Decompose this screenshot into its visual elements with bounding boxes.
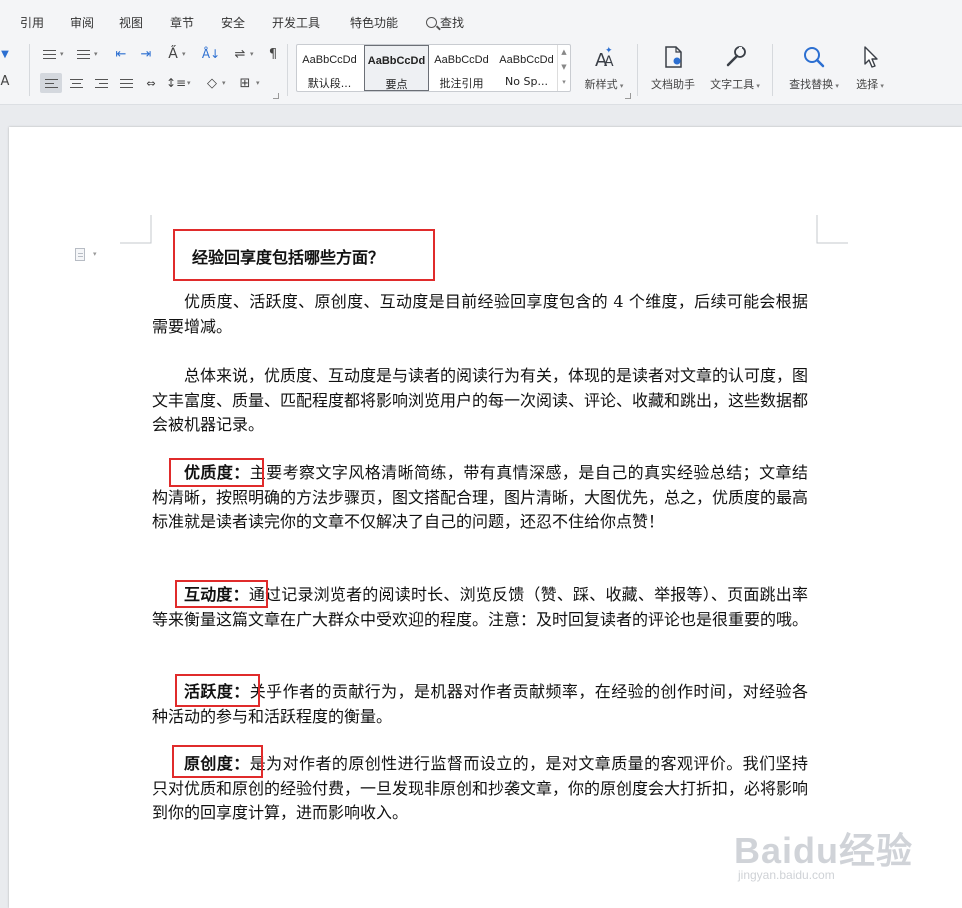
justify-icon[interactable] xyxy=(117,74,135,92)
shading-icon[interactable]: ◇ xyxy=(203,74,221,92)
margin-corner-top-left xyxy=(120,215,152,244)
ribbon: 引用 审阅 视图 章节 安全 开发工具 特色功能 查找 ▼ A ▾ ▾ ⇤ ⇥ … xyxy=(0,0,962,105)
style-key-point[interactable]: AaBbCcDd 要点 xyxy=(364,45,429,91)
text-tools-label: 文字工具 ▾ xyxy=(710,78,760,91)
paragraph-dialog-launcher[interactable] xyxy=(273,93,279,99)
chevron-down-icon[interactable]: ▾ xyxy=(93,250,97,258)
char-border-icon[interactable]: A xyxy=(0,72,14,90)
paragraph-mark-icon[interactable]: ¶ xyxy=(264,45,282,63)
align-right-icon[interactable] xyxy=(92,74,110,92)
bullet-list-icon[interactable] xyxy=(40,45,58,63)
section-activity-text: 关乎作者的贡献行为，是机器对作者贡献频率，在经验的创作时间，对经验各种活动的参与… xyxy=(152,682,808,726)
section-quality: 优质度：主要考察文字风格清晰简练，带有真情深感，是自己的真实经验总结；文章结构清… xyxy=(152,461,808,535)
style-sample: AaBbCcDd xyxy=(434,54,489,66)
search-icon xyxy=(804,47,825,68)
pinyin-guide-icon[interactable]: ▼ xyxy=(0,45,14,63)
style-gallery: AaBbCcDd 默认段... AaBbCcDd 要点 AaBbCcDd 批注引… xyxy=(296,44,571,92)
term-interaction: 互动度： xyxy=(184,585,249,604)
separator xyxy=(287,44,288,96)
search-icon xyxy=(426,17,437,28)
watermark-url: jingyan.baidu.com xyxy=(738,868,835,882)
new-style-icon: A A ✦ xyxy=(595,46,614,70)
doc-assistant-button[interactable]: 文档助手 xyxy=(645,42,701,98)
section-quality-text: 主要考察文字风格清晰简练，带有真情深感，是自己的真实经验总结；文章结构清晰，按照… xyxy=(152,463,809,531)
tab-references[interactable]: 引用 xyxy=(20,14,44,31)
style-sample: AaBbCcDd xyxy=(367,55,426,67)
section-interaction-text: 通过记录浏览者的阅读时长、浏览反馈（赞、踩、收藏、举报等）、页面跳出率等来衡量这… xyxy=(152,585,809,629)
tab-find[interactable]: 查找 xyxy=(426,14,464,31)
separator xyxy=(772,44,773,96)
new-style-button[interactable]: A A ✦ 新样式 ▾ xyxy=(576,42,632,98)
tab-review[interactable]: 审阅 xyxy=(70,14,94,31)
ribbon-tabs: 引用 审阅 视图 章节 安全 开发工具 特色功能 查找 xyxy=(0,0,962,38)
show-marks-icon[interactable]: ⇌ xyxy=(231,45,249,63)
style-name: No Sp... xyxy=(505,75,548,88)
tab-security[interactable]: 安全 xyxy=(221,14,245,31)
decrease-indent-icon[interactable]: ⇤ xyxy=(112,45,130,63)
term-quality: 优质度： xyxy=(184,463,250,482)
align-left-icon[interactable] xyxy=(40,73,62,93)
style-sample: AaBbCcDd xyxy=(302,54,357,66)
watermark-logo: Baidu经验 xyxy=(734,830,914,871)
align-center-icon[interactable] xyxy=(67,74,85,92)
style-sample: AaBbCcDd xyxy=(499,54,554,66)
sort-icon[interactable]: Å↓ xyxy=(202,45,220,63)
tab-developer[interactable]: 开发工具 xyxy=(272,14,320,31)
find-replace-label: 查找替换 ▾ xyxy=(789,78,839,91)
baidu-watermark: Baidu经验 jingyan.baidu.com xyxy=(734,822,914,892)
svg-text:✦: ✦ xyxy=(605,46,613,56)
find-replace-button[interactable]: 查找替换 ▾ xyxy=(783,42,845,98)
style-gallery-scroll[interactable]: ▲ ▼ ▾ xyxy=(557,45,570,91)
new-style-label: 新样式 ▾ xyxy=(584,78,624,91)
page-title: 经验回享度包括哪些方面？ xyxy=(192,248,385,267)
cursor-arrow-icon xyxy=(864,46,878,68)
style-name: 批注引用 xyxy=(439,77,484,90)
style-comment-reference[interactable]: AaBbCcDd 批注引用 xyxy=(429,45,494,91)
svg-text:A: A xyxy=(604,54,614,70)
section-interaction: 互动度：通过记录浏览者的阅读时长、浏览反馈（赞、踩、收藏、举报等）、页面跳出率等… xyxy=(152,583,808,632)
char-scale-icon[interactable]: A̋ xyxy=(164,45,182,63)
style-normal[interactable]: AaBbCcDd 默认段... xyxy=(297,45,362,91)
section-originality: 原创度：是为对作者的原创性进行监督而设立的，是对文章质量的客观评价。我们坚持只对… xyxy=(152,752,808,826)
style-name: 要点 xyxy=(385,78,408,91)
section-originality-text: 是为对作者的原创性进行监督而设立的，是对文章质量的客观评价。我们坚持只对优质和原… xyxy=(152,754,809,822)
paragraph-intro: 优质度、活跃度、原创度、互动度是目前经验回享度包含的 4 个维度，后续可能会根据… xyxy=(152,292,808,336)
margin-corner-top-right xyxy=(816,215,848,244)
separator xyxy=(637,44,638,96)
borders-icon[interactable]: ⊞ xyxy=(236,74,254,92)
style-name: 默认段... xyxy=(307,77,352,90)
text-tools-button[interactable]: 文字工具 ▾ xyxy=(704,42,766,98)
distributed-align-icon[interactable]: ⇔ xyxy=(142,74,160,92)
paragraph-summary: 总体来说，优质度、互动度是与读者的阅读行为有关，体现的是读者对文章的认可度，图文… xyxy=(152,366,809,434)
wrench-icon xyxy=(726,46,746,67)
term-activity: 活跃度： xyxy=(184,682,250,701)
line-spacing-icon[interactable]: ↕≡ xyxy=(166,74,186,92)
section-activity: 活跃度：关乎作者的贡献行为，是机器对作者贡献频率，在经验的创作时间，对经验各种活… xyxy=(152,680,808,729)
select-button[interactable]: 选择 ▾ xyxy=(850,42,890,98)
increase-indent-icon[interactable]: ⇥ xyxy=(137,45,155,63)
doc-assistant-label: 文档助手 xyxy=(651,78,695,91)
style-no-spacing[interactable]: AaBbCcDd No Sp... xyxy=(494,45,559,91)
tab-special-features[interactable]: 特色功能 xyxy=(350,14,398,31)
tab-section[interactable]: 章节 xyxy=(170,14,194,31)
separator xyxy=(29,44,30,96)
select-label: 选择 ▾ xyxy=(856,78,884,91)
tab-find-label: 查找 xyxy=(440,16,465,30)
styles-dialog-launcher[interactable] xyxy=(625,93,631,99)
numbered-list-icon[interactable] xyxy=(74,45,92,63)
term-originality: 原创度： xyxy=(184,754,250,773)
paragraph-layout-icon[interactable] xyxy=(75,248,85,261)
doc-assistant-icon xyxy=(665,46,682,68)
tab-view[interactable]: 视图 xyxy=(119,14,143,31)
